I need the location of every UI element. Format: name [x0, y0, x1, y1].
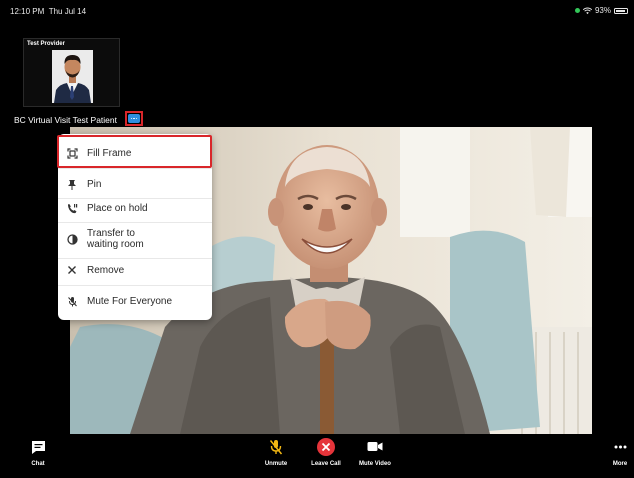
leave-call-button[interactable]: Leave Call — [308, 434, 344, 478]
menu-item-label: Pin — [87, 178, 102, 190]
chat-label: Chat — [31, 461, 45, 467]
menu-item-label: Place on hold — [87, 202, 148, 214]
menu-item-pin[interactable]: Pin — [58, 177, 212, 191]
menu-divider — [58, 258, 212, 259]
close-icon — [66, 264, 78, 276]
menu-item-label-line1: Transfer to — [87, 228, 135, 239]
mute-everyone-icon — [66, 295, 78, 307]
menu-divider — [58, 168, 212, 169]
chat-icon — [31, 441, 45, 454]
transfer-icon — [66, 233, 78, 245]
more-options-button[interactable] — [125, 111, 143, 126]
menu-divider — [58, 222, 212, 223]
menu-item-label: Transfer to waiting room — [87, 228, 144, 250]
unmute-button[interactable]: Unmute — [260, 434, 292, 478]
more-dots-icon — [614, 445, 626, 449]
menu-item-place-on-hold[interactable]: Place on hold — [58, 201, 212, 215]
hold-call-icon — [66, 202, 78, 214]
menu-item-label: Remove — [87, 264, 125, 276]
menu-item-mute-for-everyone[interactable]: Mute For Everyone — [58, 294, 212, 308]
wifi-icon — [582, 7, 592, 14]
video-call-screen: 12:10 PM Thu Jul 14 93% Test Provider BC… — [0, 0, 634, 478]
leave-call-icon — [317, 438, 335, 456]
self-view-label: Test Provider — [27, 41, 65, 47]
menu-item-label: Mute For Everyone — [87, 295, 173, 307]
menu-item-label-line2: waiting room — [87, 239, 144, 250]
status-bar: 12:10 PM Thu Jul 14 93% — [0, 0, 634, 20]
call-toolbar: Chat Unmute Leave Call Mute Video More — [0, 434, 634, 478]
provider-avatar — [52, 50, 93, 103]
unmute-label: Unmute — [264, 461, 288, 467]
more-label: More — [612, 461, 628, 467]
self-view-tile[interactable]: Test Provider — [23, 38, 120, 107]
menu-item-remove[interactable]: Remove — [58, 263, 212, 277]
menu-divider — [58, 285, 212, 286]
pin-icon — [66, 178, 78, 190]
status-date: Thu Jul 14 — [48, 7, 87, 16]
menu-item-transfer-waiting-room[interactable]: Transfer to waiting room — [58, 227, 212, 251]
status-time: 12:10 PM Thu Jul 14 — [10, 7, 86, 16]
ellipsis-icon — [128, 114, 140, 123]
battery-percent: 93% — [594, 6, 611, 15]
leave-call-label: Leave Call — [311, 461, 341, 467]
menu-divider — [58, 198, 212, 199]
mic-muted-icon — [269, 440, 283, 455]
mute-video-label: Mute Video — [359, 461, 391, 467]
camera-in-use-icon — [574, 8, 580, 13]
status-clock: 12:10 PM — [10, 7, 45, 16]
status-indicators: 93% — [574, 6, 628, 15]
mute-video-button[interactable]: Mute Video — [356, 434, 394, 478]
chat-button[interactable]: Chat — [24, 434, 52, 478]
more-button[interactable]: More — [608, 434, 632, 478]
patient-name-label: BC Virtual Visit Test Patient — [14, 115, 117, 125]
battery-icon — [614, 7, 628, 14]
annotation-highlight — [57, 135, 212, 168]
video-camera-icon — [367, 442, 383, 451]
